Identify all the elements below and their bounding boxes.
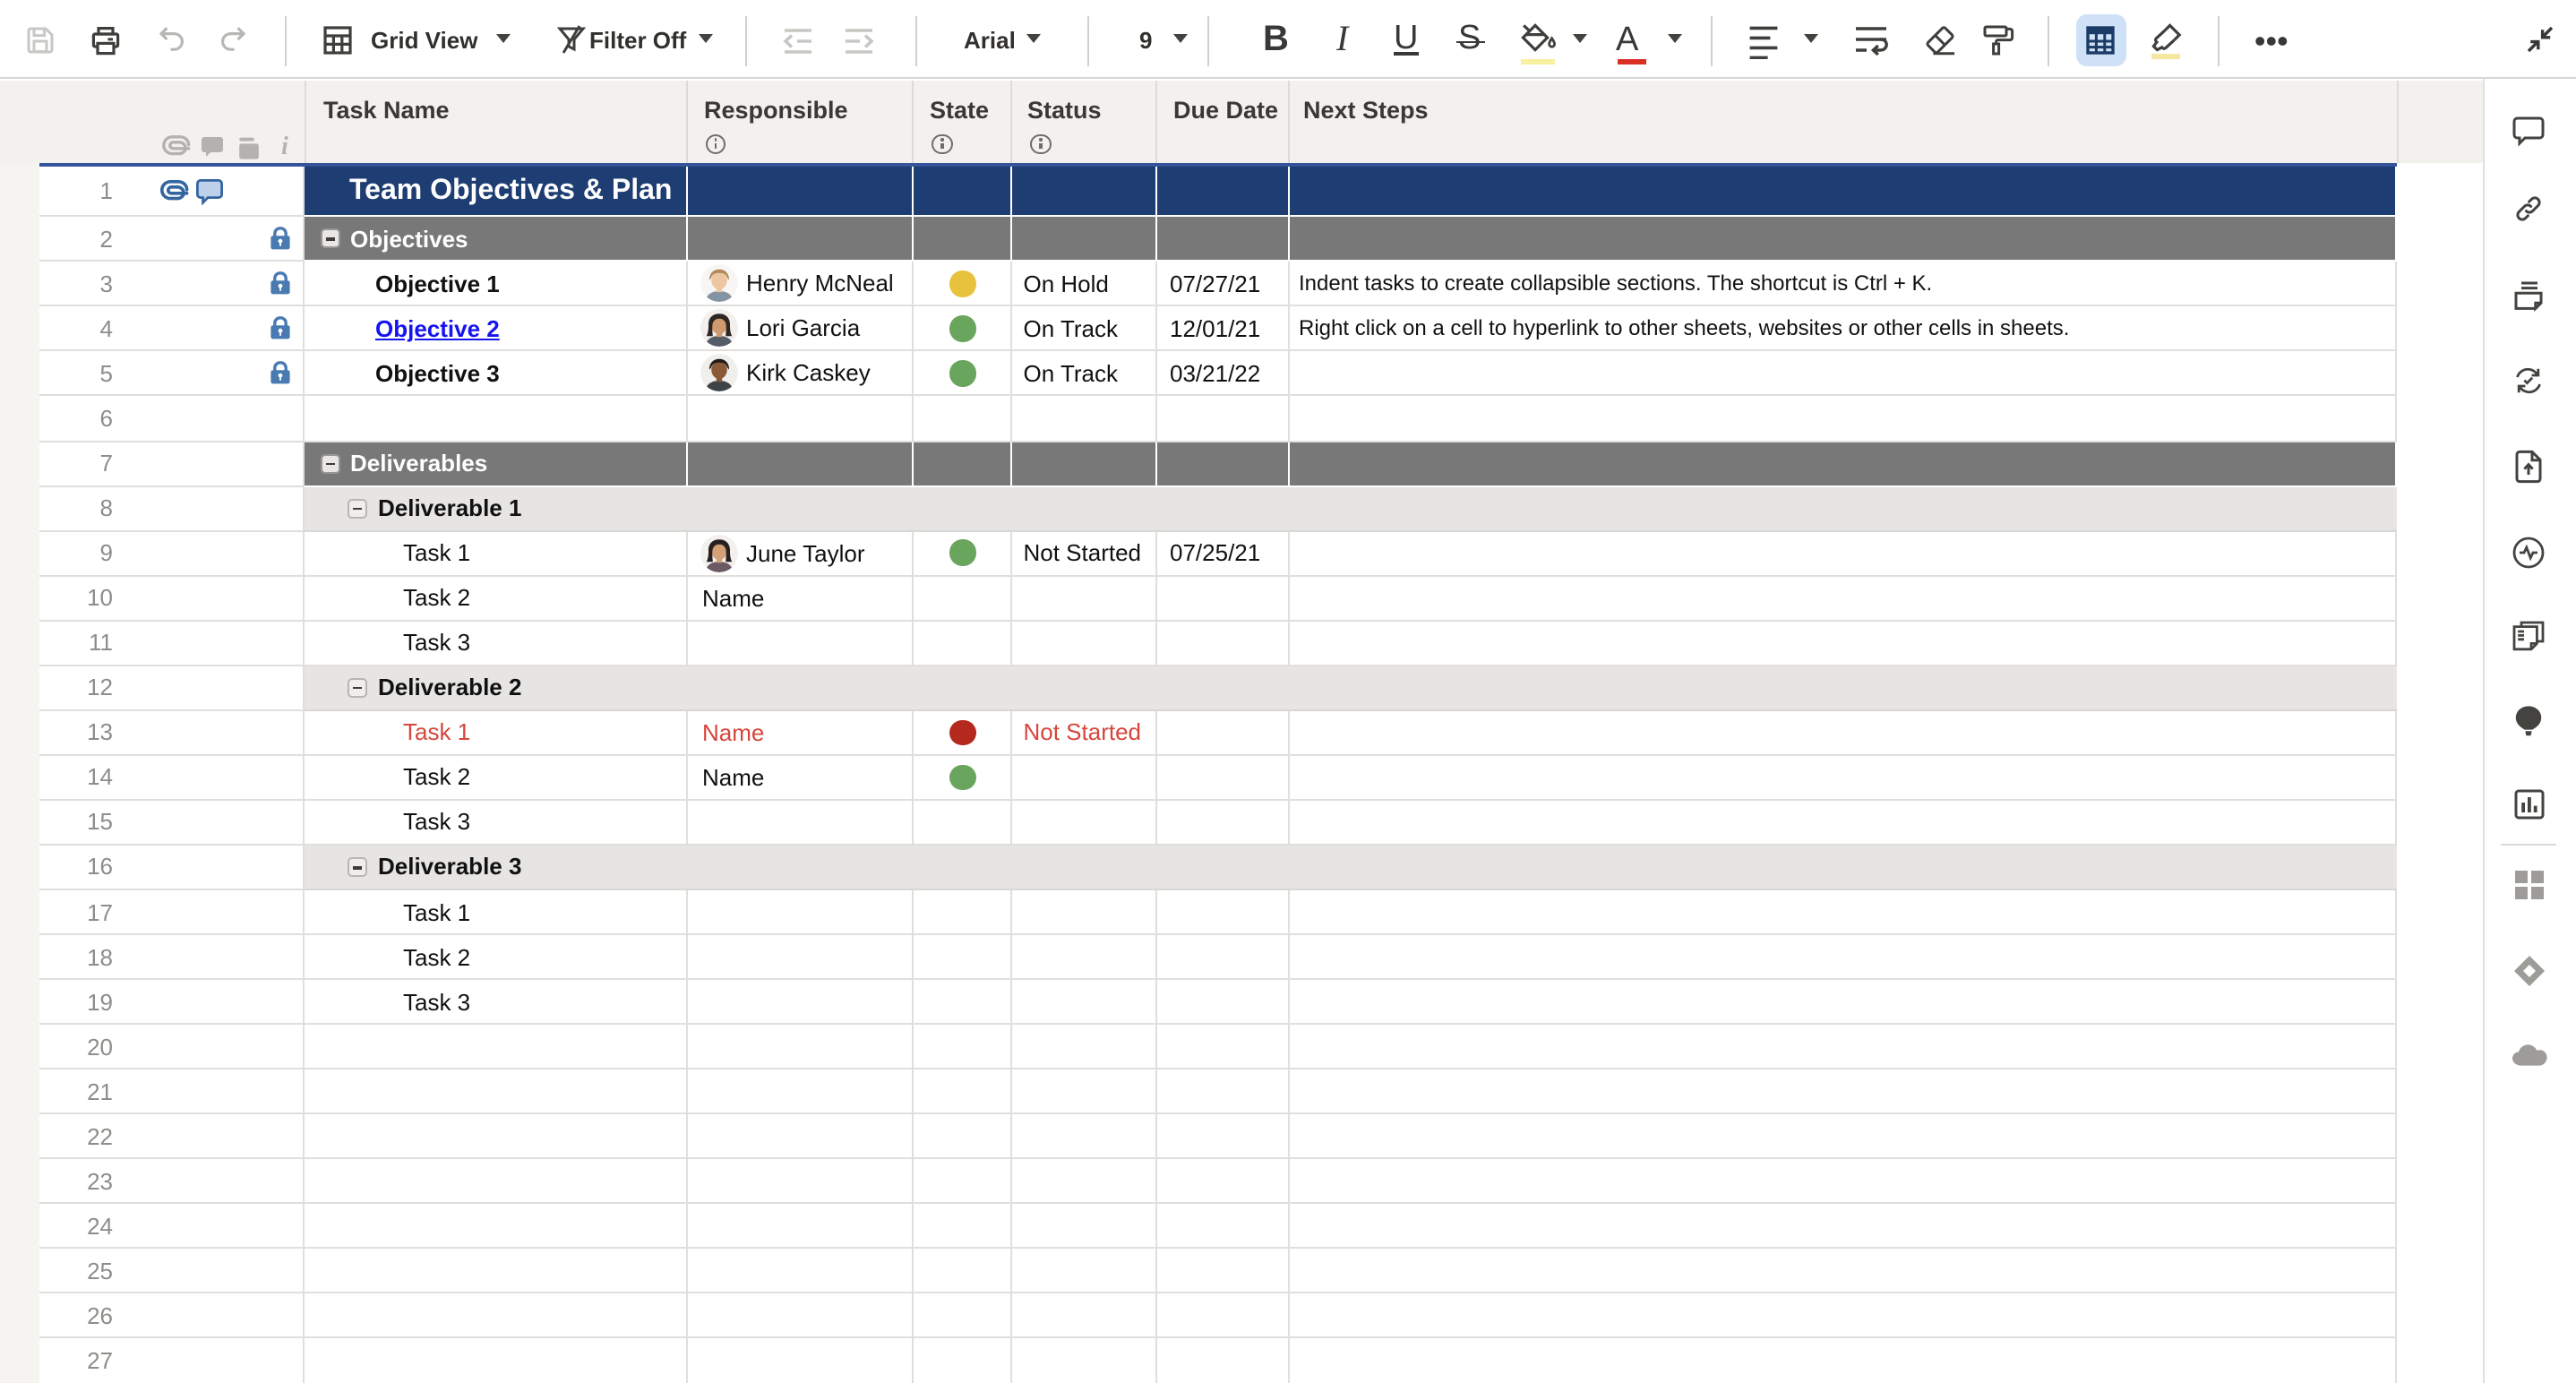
svg-text:i: i [280, 133, 288, 158]
